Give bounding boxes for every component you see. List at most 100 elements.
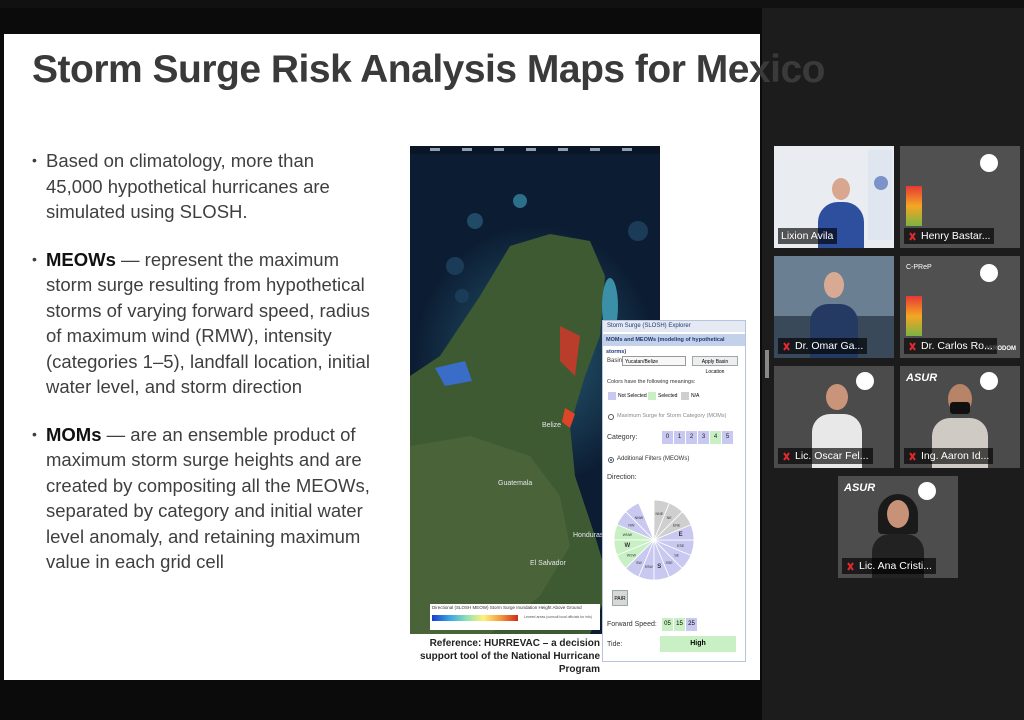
not-selected-swatch (608, 392, 616, 400)
selected-swatch (648, 392, 656, 400)
bullet-text: — represent the maximum storm surge resu… (46, 248, 370, 398)
muted-mic-icon (781, 451, 792, 462)
selected-label: Selected (658, 393, 678, 399)
legend-note: Leveed areas (consult local officials fo… (524, 615, 593, 619)
category-1-button[interactable]: 1 (674, 431, 685, 444)
bullet-term: MEOWs (46, 248, 116, 270)
participant-head (832, 178, 850, 200)
tide-high-button[interactable]: High (660, 636, 736, 652)
slide-bullets: • Based on climatology, more than 45,000 … (32, 148, 372, 575)
category-label: Category: (607, 434, 638, 441)
apply-basin-button[interactable]: Apply Basin Location (692, 356, 738, 375)
participant-name-tag: Henry Bastar... (904, 228, 995, 244)
basin-select[interactable]: Yucatan/Belize (622, 356, 686, 366)
muted-mic-icon (907, 231, 918, 242)
direction-label-e: E (679, 532, 683, 538)
bullet-item: • MOMs — are an ensemble product of maxim… (32, 423, 370, 573)
participant-name: Henry Bastar... (921, 230, 991, 242)
participant-name-tag: Dr. Carlos Ro... (904, 338, 997, 354)
direction-label-ene: ENE (673, 523, 681, 527)
participant-name: Lixion Avila (781, 230, 834, 242)
muted-mic-icon (781, 341, 792, 352)
category-2-button[interactable]: 2 (686, 431, 697, 444)
na-label: N/A (691, 393, 700, 399)
participant-name: Lic. Ana Cristi... (859, 560, 932, 572)
participant-tile[interactable]: ASUR Ing. Aaron Id... (900, 366, 1020, 468)
reference-caption: Reference: HURREVAC – a decision support… (420, 638, 601, 675)
participant-tile[interactable]: Henry Bastar... (900, 146, 1020, 248)
participant-name-tag: Lic. Oscar Fel... (778, 448, 873, 464)
direction-label-w: W (624, 543, 630, 549)
direction-label-sse: SSE (666, 561, 674, 565)
label-guatemala: Guatemala (498, 480, 533, 487)
label-belize: Belize (542, 422, 562, 429)
direction-label-sw: SW (636, 561, 642, 565)
participant-head (826, 384, 848, 410)
bullet-item: • Based on climatology, more than 45,000 … (32, 150, 330, 222)
cprep-logo (980, 264, 998, 282)
legend-title: Directional (SLOSH MEOW) Storm Surge Inu… (432, 605, 582, 610)
participant-tile[interactable]: ASUR Lic. Ana Cristi... (838, 476, 958, 578)
cprep-logo (980, 154, 998, 172)
participant-name: Lic. Oscar Fel... (795, 450, 869, 462)
direction-label-ne: NE (667, 516, 673, 520)
forward-speed-label: Forward Speed: (607, 621, 657, 628)
participant-name-tag: Lic. Ana Cristi... (842, 558, 936, 574)
direction-label-wsw: WSW (627, 554, 637, 558)
speed-15-button[interactable]: 15 (674, 618, 685, 631)
direction-label-ssw: SSW (645, 565, 654, 569)
category-3-button[interactable]: 3 (698, 431, 709, 444)
bullet-term: MOMs (46, 423, 102, 445)
label-honduras: Honduras (573, 532, 604, 539)
muted-mic-icon (845, 561, 856, 572)
bullet-text: — are an ensemble product of maximum sto… (46, 423, 370, 573)
participant-tile[interactable]: Lixion Avila (774, 146, 894, 248)
asur-logo: ASUR (906, 372, 938, 384)
slide-title: Storm Surge Risk Analysis Maps for Mexic… (32, 48, 825, 91)
muted-mic-icon (907, 341, 918, 352)
not-selected-label: Not Selected (618, 393, 647, 399)
label-el-salvador: El Salvador (530, 560, 566, 567)
muted-mic-icon (907, 451, 918, 462)
cprep-text: C-PReP (906, 264, 932, 271)
participant-name: Dr. Carlos Ro... (921, 340, 993, 352)
colors-meaning-label: Colors have the following meanings: (607, 379, 696, 385)
category-5-button[interactable]: 5 (722, 431, 733, 444)
speed-25-button[interactable]: 25 (686, 618, 697, 631)
direction-wheel[interactable]: NNWNW WNW W WSW SWSSW S SSESE ESE E ENENENNE (612, 482, 696, 606)
explorer-tab[interactable]: MOMs and MEOWs (modeling of hypothetical… (603, 334, 745, 355)
direction-label-se: SE (674, 554, 679, 558)
direction-label-ese: ESE (677, 544, 685, 548)
explorer-title: Storm Surge (SLOSH) Explorer (603, 321, 745, 332)
map-legend: Directional (SLOSH MEOW) Storm Surge Inu… (430, 604, 600, 630)
category-4-button[interactable]: 4 (710, 431, 721, 444)
participant-name: Dr. Omar Ga... (795, 340, 864, 352)
category-0-button[interactable]: 0 (662, 431, 673, 444)
bullet-text: Based on climatology, more than 45,000 h… (46, 150, 330, 222)
basin-select-value: Yucatan/Belize (625, 359, 659, 365)
participant-name-tag: Dr. Omar Ga... (778, 338, 868, 354)
bullet-item: • MEOWs — represent the maximum storm sur… (32, 248, 370, 398)
direction-label-nnw: NNW (635, 516, 644, 520)
additional-filters-radio[interactable] (608, 457, 614, 463)
legend-color-scale (432, 615, 518, 621)
mom-radio[interactable] (608, 414, 614, 420)
participant-tile[interactable]: C-PReP AERODOM Dr. Carlos Ro... (900, 256, 1020, 358)
direction-label-s: S (657, 564, 661, 570)
asur-logo: ASUR (844, 482, 876, 494)
participant-name-tag: Ing. Aaron Id... (904, 448, 994, 464)
cprep-logo (856, 372, 874, 390)
participant-name: Ing. Aaron Id... (921, 450, 990, 462)
cprep-logo (980, 372, 998, 390)
tide-label: Tide: (607, 641, 623, 648)
window-bottom-bar (0, 684, 762, 720)
participant-tile[interactable]: Lic. Oscar Fel... (774, 366, 894, 468)
speed-05-button[interactable]: 05 (662, 618, 673, 631)
gallery-resize-handle[interactable] (765, 350, 769, 378)
participant-head (824, 272, 844, 298)
additional-filters-label: Additional Filters (MEOWs) (617, 456, 690, 462)
direction-label-nne: NNE (656, 512, 664, 516)
participant-tile[interactable]: Dr. Omar Ga... (774, 256, 894, 358)
pair-button[interactable]: PAIR (612, 590, 628, 606)
cprep-logo (918, 482, 936, 500)
